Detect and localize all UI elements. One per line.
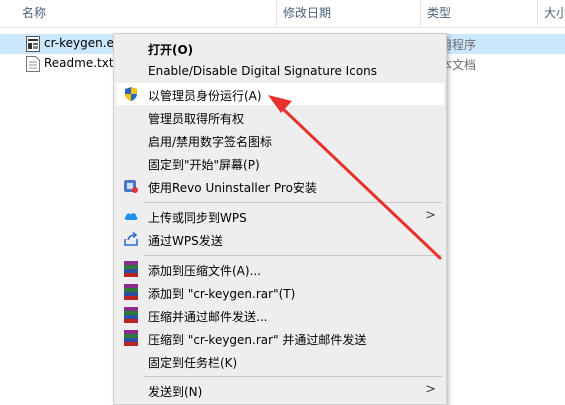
chevron-right-icon: > <box>425 208 436 223</box>
column-header: 名称 修改日期 类型 大小 <box>0 0 565 28</box>
menu-item-toggle-signature-icons[interactable]: Enable/Disable Digital Signature Icons <box>116 60 444 82</box>
column-divider[interactable] <box>276 0 277 26</box>
menu-item-label: 固定到任务栏(K) <box>148 356 238 370</box>
winrar-icon <box>124 330 138 346</box>
file-name: Readme.txt <box>44 56 114 70</box>
menu-item-label: 压缩并通过邮件发送... <box>148 310 268 324</box>
menu-item-label: 启用/禁用数字签名图标 <box>148 135 273 149</box>
menu-item-label: 上传或同步到WPS <box>148 211 247 225</box>
menu-item-pin-to-start[interactable]: 固定到"开始"屏幕(P) <box>116 152 444 174</box>
revo-uninstaller-icon <box>123 178 139 194</box>
menu-item-revo-install[interactable]: 使用Revo Uninstaller Pro安装 <box>116 175 444 197</box>
menu-item-open[interactable]: 打开(O) <box>116 37 444 59</box>
menu-item-add-to-rar[interactable]: 添加到 "cr-keygen.rar"(T) <box>116 281 444 303</box>
menu-item-compress-rar-email[interactable]: 压缩到 "cr-keygen.rar" 并通过邮件发送 <box>116 327 444 349</box>
menu-item-compress-email[interactable]: 压缩并通过邮件发送... <box>116 304 444 326</box>
winrar-icon <box>124 307 138 323</box>
column-name[interactable]: 名称 <box>22 4 46 21</box>
menu-item-label: 打开(O) <box>148 43 194 57</box>
menu-item-label: 压缩到 "cr-keygen.rar" 并通过邮件发送 <box>148 333 367 347</box>
menu-item-wps-send[interactable]: 通过WPS发送 <box>116 228 444 250</box>
column-size[interactable]: 大小 <box>544 4 565 21</box>
menu-item-signature-icons-cn[interactable]: 启用/禁用数字签名图标 <box>116 129 444 151</box>
menu-item-wps-upload[interactable]: 上传或同步到WPS > <box>116 205 444 227</box>
winrar-icon <box>124 284 138 300</box>
column-divider[interactable] <box>420 0 421 26</box>
column-type[interactable]: 类型 <box>427 4 451 21</box>
menu-item-pin-to-taskbar[interactable]: 固定到任务栏(K) <box>116 350 444 372</box>
menu-item-take-ownership[interactable]: 管理员取得所有权 <box>116 106 444 128</box>
menu-item-label: 使用Revo Uninstaller Pro安装 <box>148 181 317 195</box>
menu-separator <box>144 376 442 377</box>
column-date[interactable]: 修改日期 <box>283 4 331 21</box>
menu-item-label: 发送到(N) <box>148 385 203 399</box>
wps-cloud-icon <box>123 208 139 224</box>
winrar-icon <box>124 261 138 277</box>
menu-item-label: 添加到 "cr-keygen.rar"(T) <box>148 287 296 301</box>
menu-item-label: 通过WPS发送 <box>148 234 223 248</box>
menu-item-run-as-admin[interactable]: 以管理员身份运行(A) <box>116 83 444 105</box>
text-file-icon <box>26 56 40 72</box>
column-divider[interactable] <box>537 0 538 26</box>
menu-item-label: 固定到"开始"屏幕(P) <box>148 158 260 172</box>
menu-separator <box>144 202 442 203</box>
menu-separator <box>144 255 442 256</box>
context-menu: 打开(O) Enable/Disable Digital Signature I… <box>113 33 447 405</box>
keygen-exe-icon <box>26 36 40 52</box>
share-icon <box>123 231 139 247</box>
menu-item-label: Enable/Disable Digital Signature Icons <box>148 64 378 78</box>
file-name: cr-keygen.e <box>44 36 114 50</box>
menu-item-label: 添加到压缩文件(A)... <box>148 264 262 278</box>
menu-item-label: 管理员取得所有权 <box>148 112 245 126</box>
uac-shield-icon <box>123 86 139 102</box>
menu-item-send-to[interactable]: 发送到(N) > <box>116 379 444 401</box>
menu-item-label: 以管理员身份运行(A) <box>148 89 262 103</box>
menu-item-add-to-archive[interactable]: 添加到压缩文件(A)... <box>116 258 444 280</box>
